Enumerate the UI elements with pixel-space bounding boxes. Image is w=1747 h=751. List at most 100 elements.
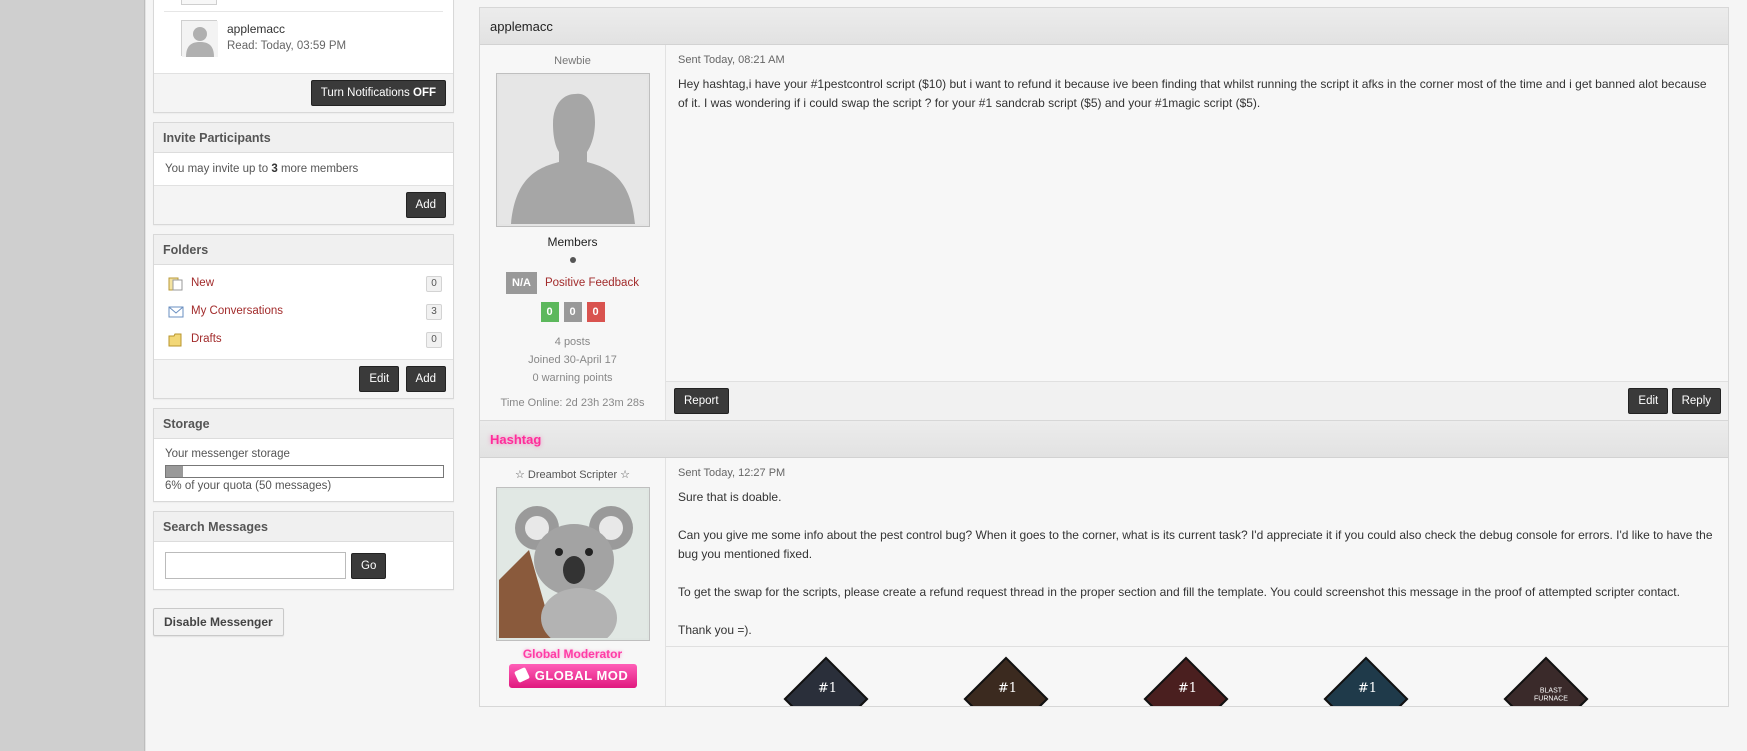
folder-item-my-conversations[interactable]: My Conversations 3 (165, 299, 442, 327)
post-message: Hey hashtag,i have your #1pestcontrol sc… (678, 77, 1707, 110)
global-mod-badge-text: GLOBAL MOD (534, 668, 629, 683)
storage-progress-fill (166, 466, 183, 477)
search-row: Go (165, 552, 442, 579)
script-badge-icon[interactable]: #1 (963, 656, 1049, 706)
global-mod-badge: GLOBAL MOD (508, 664, 637, 688)
post-paragraph: Thank you =). (678, 623, 752, 637)
feedback-row: N/A Positive Feedback (480, 272, 665, 294)
page-left-gutter (0, 0, 145, 751)
post-footer: Report Edit Reply (666, 381, 1728, 420)
post-author-name[interactable]: applemacc (480, 8, 1728, 45)
report-button[interactable]: Report (674, 388, 729, 414)
author-rank: Newbie (554, 55, 591, 67)
search-title: Search Messages (154, 512, 453, 542)
gavel-icon (513, 667, 530, 683)
default-avatar-icon (182, 21, 218, 57)
script-badge-icon[interactable]: BLAST FURNACE (1503, 656, 1589, 706)
feedback-negative-count: 0 (586, 302, 605, 322)
post-sent-time: Sent Today, 12:27 PM (678, 467, 786, 479)
author-info: Newbie Members N/A Positive Feedback 0 0 (480, 45, 665, 420)
author-joined: Joined 30-April 17 (528, 354, 617, 366)
author-avatar[interactable] (495, 487, 650, 648)
avatar (181, 0, 217, 5)
conversation-posts: applemacc Newbie Members N/A Positive Fe… (479, 7, 1729, 707)
feedback-neutral-count: 0 (563, 302, 582, 322)
feedback-positive-count: 0 (540, 302, 559, 322)
default-avatar-icon (498, 76, 647, 224)
participants-panel: applemacc Read: Today, 03:59 PM Turn Not… (153, 0, 454, 113)
participants-footer: Turn Notifications OFF (154, 73, 453, 112)
search-go-button[interactable]: Go (351, 552, 387, 579)
folder-count: 0 (426, 332, 442, 348)
envelope-icon (168, 306, 184, 318)
folder-count: 3 (426, 304, 442, 320)
invite-text: You may invite up to 3 more members (154, 153, 453, 185)
script-badge-icon[interactable]: #1 (783, 656, 869, 706)
post-paragraph: Can you give me some info about the pest… (678, 528, 1713, 561)
folders-title: Folders (154, 235, 453, 265)
avatar[interactable] (181, 20, 218, 57)
add-folder-button[interactable]: Add (405, 366, 446, 392)
script-badges: #1 #1 #1 #1 BLAST FURNACE (783, 656, 1589, 706)
invite-title: Invite Participants (154, 123, 453, 153)
folder-item-drafts[interactable]: Drafts 0 (165, 327, 442, 355)
feedback-na-badge: N/A (506, 272, 537, 294)
disable-messenger-button[interactable]: Disable Messenger (153, 608, 284, 636)
post-author-name[interactable]: Hashtag (480, 421, 1728, 458)
post-content: Sent Today, 08:21 AM Hey hashtag,i have … (666, 45, 1728, 381)
folder-label[interactable]: New (191, 277, 214, 289)
toggle-notifications-button[interactable]: Turn Notifications OFF (310, 80, 446, 106)
post-applemacc: applemacc Newbie Members N/A Positive Fe… (479, 7, 1729, 421)
folders-panel: Folders New 0 My Conversations 3 Drafts … (153, 234, 454, 399)
online-status-dot (569, 257, 576, 263)
edit-post-button[interactable]: Edit (1628, 388, 1669, 414)
edit-folders-button[interactable]: Edit (359, 366, 400, 392)
folder-label[interactable]: Drafts (191, 333, 222, 345)
folder-list: New 0 My Conversations 3 Drafts 0 (154, 265, 453, 359)
post-hashtag: Hashtag ☆ Dreambot Scripter ☆ Global Mod… (479, 421, 1729, 707)
participant-item[interactable]: applemacc Read: Today, 03:59 PM (164, 11, 443, 73)
invite-count: 3 (271, 163, 278, 175)
folder-count: 0 (426, 276, 442, 292)
signature-area: #1 #1 #1 #1 BLAST FURNACE (666, 646, 1728, 706)
koala-avatar-icon (498, 490, 647, 648)
search-panel: Search Messages Go (153, 511, 454, 590)
storage-panel: Storage Your messenger storage 6% of you… (153, 408, 454, 502)
invite-text-after: more members (280, 163, 359, 175)
storage-title: Storage (154, 409, 453, 439)
reply-button[interactable]: Reply (1671, 388, 1721, 414)
author-time-online: Time Online: 2d 23h 23m 28s (500, 397, 645, 409)
positive-feedback-link[interactable]: Positive Feedback (545, 277, 639, 289)
script-badge-icon[interactable]: #1 (1143, 656, 1229, 706)
storage-label: Your messenger storage (165, 448, 290, 460)
author-group: Members (547, 235, 598, 249)
author-avatar[interactable] (495, 73, 650, 227)
search-messages-input[interactable] (165, 552, 346, 579)
author-rank: ☆ Dreambot Scripter ☆ (514, 469, 631, 481)
author-group: Global Moderator (522, 647, 623, 661)
new-folder-icon (168, 277, 183, 291)
add-participant-button[interactable]: Add (405, 192, 446, 218)
post-sent-time: Sent Today, 08:21 AM (678, 54, 785, 66)
author-warnings: 0 warning points (532, 372, 613, 384)
post-content: Sent Today, 12:27 PM Sure that is doable… (666, 458, 1728, 646)
script-badge-icon[interactable]: #1 (1323, 656, 1409, 706)
invite-panel: Invite Participants You may invite up to… (153, 122, 454, 225)
feedback-counters: 0 0 0 (480, 302, 665, 322)
folder-label[interactable]: My Conversations (191, 305, 283, 317)
storage-body: Your messenger storage 6% of your quota … (154, 439, 453, 501)
post-paragraph: Sure that is doable. (678, 490, 782, 504)
folder-item-new[interactable]: New 0 (165, 271, 442, 299)
participant-partial (164, 0, 443, 11)
folders-footer: Edit Add (154, 359, 453, 398)
storage-progress-bar (165, 465, 444, 478)
participant-read-time: Read: Today, 03:59 PM (227, 40, 347, 52)
post-paragraph: To get the swap for the scripts, please … (678, 585, 1680, 599)
participant-name[interactable]: applemacc (227, 22, 285, 36)
author-info: ☆ Dreambot Scripter ☆ Global Moderator G… (480, 458, 665, 706)
search-body: Go (154, 542, 453, 589)
invite-footer: Add (154, 185, 453, 224)
notifications-button-label: Turn Notifications (320, 87, 410, 99)
folder-icon (168, 333, 182, 347)
invite-text-before: You may invite up to (165, 163, 269, 175)
